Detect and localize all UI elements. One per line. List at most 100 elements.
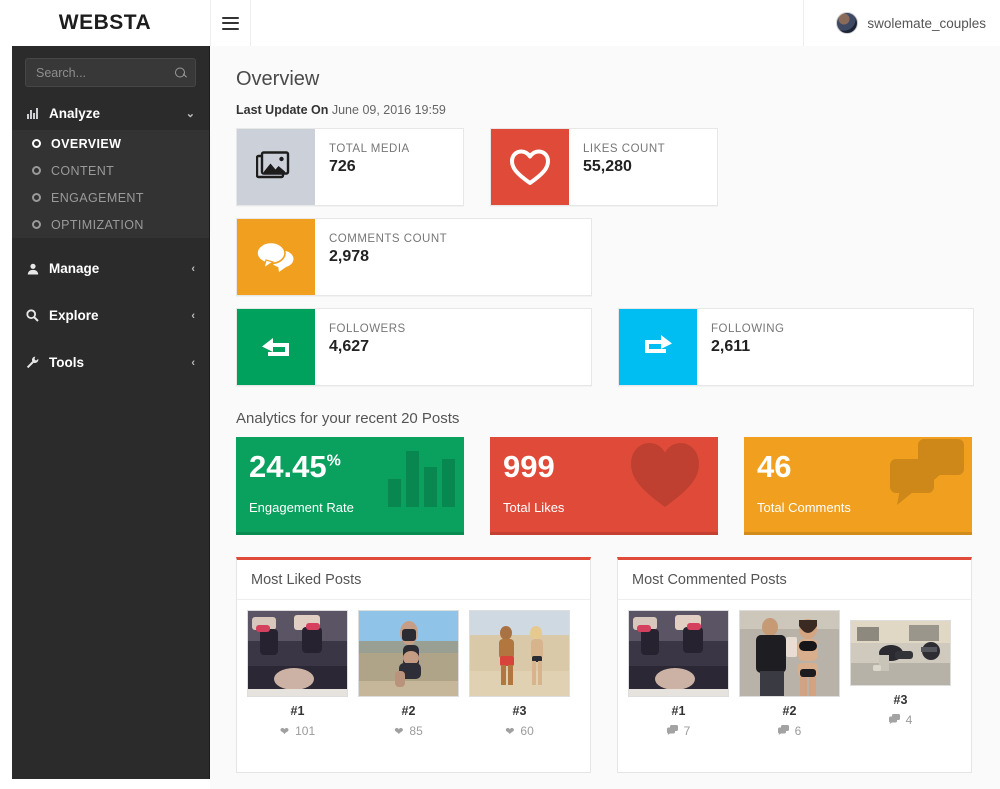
- sidebar-item-overview[interactable]: OVERVIEW: [12, 130, 209, 157]
- panel-title: Most Liked Posts: [237, 560, 590, 600]
- stat-card-total-media[interactable]: TOTAL MEDIA 726: [236, 128, 464, 206]
- arrow-in-icon: [237, 309, 315, 385]
- post-rank: #2: [358, 704, 459, 718]
- wrench-icon: [25, 356, 40, 369]
- chevron-left-icon: ‹: [191, 310, 195, 322]
- stat-label: FOLLOWERS: [329, 323, 406, 335]
- brand-logo-text: WEBSTA: [59, 11, 151, 35]
- sidebar-item-engagement[interactable]: ENGAGEMENT: [12, 184, 209, 211]
- analytics-suffix: %: [327, 453, 341, 470]
- stat-label: FOLLOWING: [711, 323, 785, 335]
- last-update-label: Last Update On: [236, 103, 328, 117]
- analytics-card-total-likes[interactable]: 999 Total Likes: [490, 437, 718, 535]
- list-item: #2 6: [739, 610, 840, 738]
- analytics-value: 999: [503, 449, 555, 484]
- sidebar-search-wrap: [12, 46, 209, 97]
- post-count: 6: [795, 724, 802, 738]
- magnifier-icon: [25, 309, 40, 322]
- sidebar-group-analyze-label: Analyze: [49, 106, 100, 121]
- stat-row-1: TOTAL MEDIA 726 LIKES COUNT 55,280: [236, 128, 984, 206]
- sidebar-group-manage-label: Manage: [49, 261, 99, 276]
- main-content: Overview Last Update On June 09, 2016 19…: [210, 46, 1000, 789]
- heart-icon: ❤: [505, 725, 514, 738]
- stat-card-following[interactable]: FOLLOWING 2,611: [618, 308, 974, 386]
- sidebar-group-tools[interactable]: Tools ‹: [12, 346, 209, 379]
- user-icon: [25, 263, 40, 275]
- post-thumbnail[interactable]: [739, 610, 840, 697]
- app-root: WEBSTA swolemate_couples Analyze ⌄: [0, 0, 1000, 789]
- user-menu[interactable]: swolemate_couples: [822, 0, 986, 46]
- menu-toggle-button[interactable]: [211, 0, 250, 46]
- chevron-left-icon: ‹: [191, 263, 195, 275]
- post-thumbnail[interactable]: [247, 610, 348, 697]
- last-update-value: June 09, 2016 19:59: [332, 103, 446, 117]
- post-rank: #1: [247, 704, 348, 718]
- post-count: 60: [520, 724, 533, 738]
- sidebar-item-content-label: CONTENT: [51, 164, 114, 178]
- avatar: [836, 12, 858, 34]
- analytics-label: Engagement Rate: [249, 500, 354, 515]
- stat-value: 4,627: [329, 338, 406, 356]
- search-icon: [175, 67, 186, 78]
- analytics-card-total-comments[interactable]: 46 Total Comments: [744, 437, 972, 535]
- analytics-label: Total Likes: [503, 500, 564, 515]
- sidebar-group-explore[interactable]: Explore ‹: [12, 299, 209, 332]
- stat-card-likes-count[interactable]: LIKES COUNT 55,280: [490, 128, 718, 206]
- analytics-row: 24.45% Engagement Rate 999 Total Likes: [236, 437, 984, 535]
- post-stat: 6: [739, 724, 840, 738]
- bar-chart-icon: [384, 441, 458, 512]
- page-title: Overview: [236, 68, 984, 91]
- stat-value: 55,280: [583, 158, 665, 176]
- stat-value: 726: [329, 158, 410, 176]
- heart-icon: ❤: [280, 725, 289, 738]
- sidebar-item-overview-label: OVERVIEW: [51, 137, 121, 151]
- analytics-section-title: Analytics for your recent 20 Posts: [236, 410, 984, 427]
- post-thumbnail[interactable]: [469, 610, 570, 697]
- last-update: Last Update On June 09, 2016 19:59: [236, 103, 984, 117]
- brand-logo[interactable]: WEBSTA: [0, 0, 210, 46]
- stat-card-comments-count[interactable]: COMMENTS COUNT 2,978: [236, 218, 592, 296]
- post-rank: #3: [469, 704, 570, 718]
- radio-icon: [32, 193, 41, 202]
- post-stat: 7: [628, 724, 729, 738]
- analytics-value: 46: [757, 449, 791, 484]
- stat-label: LIKES COUNT: [583, 143, 665, 155]
- sidebar-item-engagement-label: ENGAGEMENT: [51, 191, 144, 205]
- post-stat: ❤ 101: [247, 724, 348, 738]
- stat-value: 2,978: [329, 248, 447, 266]
- posts-panels: Most Liked Posts: [236, 557, 984, 773]
- sidebar-item-content[interactable]: CONTENT: [12, 157, 209, 184]
- post-count: 101: [295, 724, 315, 738]
- comment-icon: [884, 437, 968, 518]
- search-box[interactable]: [25, 58, 196, 87]
- stat-card-followers[interactable]: FOLLOWERS 4,627: [236, 308, 592, 386]
- analytics-value: 24.45: [249, 449, 327, 484]
- list-item: #3 4: [850, 610, 951, 738]
- stat-row-3: FOLLOWERS 4,627 FOLLOWING 2,611: [236, 308, 984, 386]
- sidebar-submenu-analyze: OVERVIEW CONTENT ENGAGEMENT OPTIMIZATION: [12, 130, 209, 238]
- thumb-list: #1 7: [618, 600, 971, 738]
- analytics-value-wrap: 46: [757, 451, 791, 482]
- analytics-card-engagement-rate[interactable]: 24.45% Engagement Rate: [236, 437, 464, 535]
- list-item: #2 ❤ 85: [358, 610, 459, 738]
- list-item: #1 ❤ 101: [247, 610, 348, 738]
- panel-title: Most Commented Posts: [618, 560, 971, 600]
- post-thumbnail[interactable]: [850, 620, 951, 686]
- images-icon: [237, 129, 315, 205]
- post-thumbnail[interactable]: [358, 610, 459, 697]
- search-input[interactable]: [26, 59, 195, 86]
- post-rank: #2: [739, 704, 840, 718]
- sidebar-item-optimization[interactable]: OPTIMIZATION: [12, 211, 209, 238]
- post-thumbnail[interactable]: [628, 610, 729, 697]
- post-stat: ❤ 60: [469, 724, 570, 738]
- post-stat: ❤ 85: [358, 724, 459, 738]
- stat-label: TOTAL MEDIA: [329, 143, 410, 155]
- comments-icon: [237, 219, 315, 295]
- post-count: 4: [906, 713, 913, 727]
- sidebar-group-analyze[interactable]: Analyze ⌄: [12, 97, 209, 130]
- username-label: swolemate_couples: [867, 16, 986, 31]
- panel-most-liked-posts: Most Liked Posts: [236, 557, 591, 773]
- chevron-down-icon: ⌄: [186, 107, 195, 120]
- heart-icon: ❤: [394, 725, 403, 738]
- sidebar-group-manage[interactable]: Manage ‹: [12, 252, 209, 285]
